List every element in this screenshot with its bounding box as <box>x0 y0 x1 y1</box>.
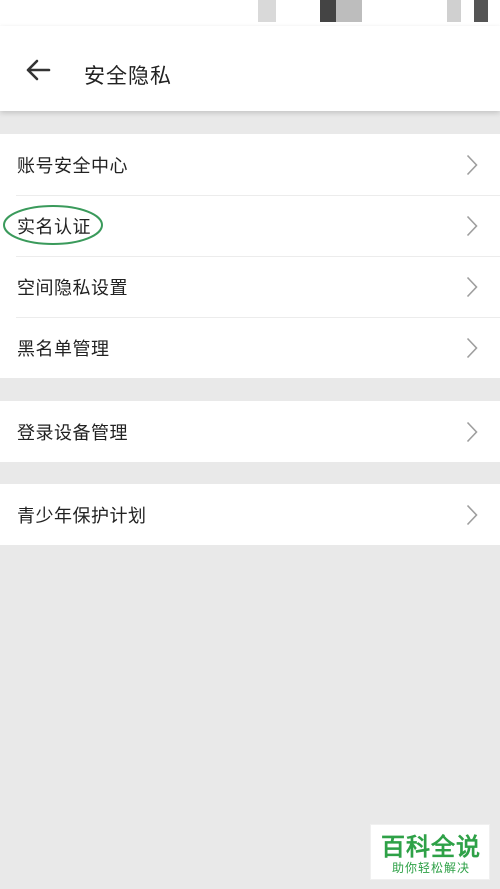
status-blur-block <box>336 0 362 22</box>
menu-item-youth-protection-plan[interactable]: 青少年保护计划 <box>0 484 500 545</box>
menu-item-label: 青少年保护计划 <box>17 505 147 527</box>
settings-group-devices: 登录设备管理 <box>0 401 500 462</box>
status-blur-block <box>258 0 276 22</box>
watermark-logo: 百科全说 助你轻松解决 <box>370 824 490 880</box>
back-button[interactable] <box>22 56 54 84</box>
status-bar <box>0 0 500 26</box>
arrow-left-icon <box>26 59 51 81</box>
settings-group-account: 账号安全中心 实名认证 空间隐私设置 黑名单管理 <box>0 134 500 378</box>
settings-group-youth: 青少年保护计划 <box>0 484 500 545</box>
menu-item-label: 登录设备管理 <box>17 422 128 444</box>
chevron-right-icon <box>466 504 478 525</box>
menu-item-label: 空间隐私设置 <box>17 277 128 299</box>
chevron-right-icon <box>466 215 478 236</box>
chevron-right-icon <box>466 337 478 358</box>
page-title: 安全隐私 <box>84 64 172 88</box>
menu-item-space-privacy-settings[interactable]: 空间隐私设置 <box>0 256 500 317</box>
menu-item-label: 黑名单管理 <box>17 338 110 360</box>
watermark-subtitle: 助你轻松解决 <box>391 861 470 875</box>
menu-item-blacklist-management[interactable]: 黑名单管理 <box>0 317 500 378</box>
menu-item-account-security-center[interactable]: 账号安全中心 <box>0 134 500 195</box>
menu-item-label: 实名认证 <box>17 216 91 238</box>
screen: 安全隐私 账号安全中心 实名认证 空间隐私设置 黑名单管理 登录设备管理 青少年… <box>0 0 500 889</box>
menu-item-label: 账号安全中心 <box>17 155 128 177</box>
app-header: 安全隐私 <box>0 26 500 111</box>
chevron-right-icon <box>466 154 478 175</box>
watermark-title: 百科全说 <box>381 833 481 861</box>
status-blur-block <box>474 0 488 22</box>
menu-item-login-device-management[interactable]: 登录设备管理 <box>0 401 500 462</box>
chevron-right-icon <box>466 276 478 297</box>
chevron-right-icon <box>466 421 478 442</box>
status-blur-block <box>320 0 336 22</box>
status-blur-block <box>447 0 461 22</box>
menu-item-real-name-verification[interactable]: 实名认证 <box>0 195 500 256</box>
